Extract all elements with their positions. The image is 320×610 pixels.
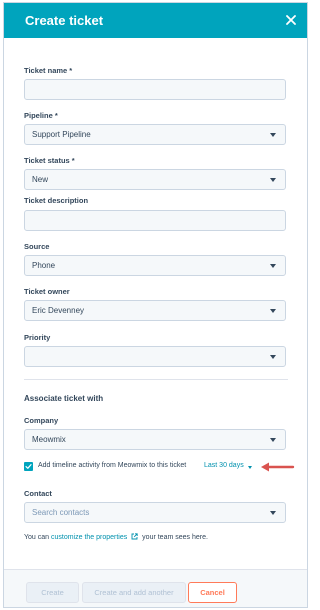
contact-placeholder: Search contacts xyxy=(32,508,90,517)
company-label: Company xyxy=(24,416,59,425)
ticket-name-label: Ticket name * xyxy=(24,66,73,75)
chevron-down-icon xyxy=(270,264,276,268)
check-icon xyxy=(25,464,32,469)
panel-title: Create ticket xyxy=(25,13,104,28)
ticket-owner-select[interactable]: Eric Devenney xyxy=(24,300,286,321)
pipeline-label: Pipeline * xyxy=(24,111,58,120)
chevron-down-icon xyxy=(270,355,276,359)
annotation-arrow-icon xyxy=(261,462,295,472)
customize-properties-helper: You can customize the properties your te… xyxy=(24,533,208,542)
create-and-add-another-button[interactable]: Create and add another xyxy=(82,582,186,603)
ticket-description-input[interactable] xyxy=(24,210,286,231)
source-label: Source xyxy=(24,242,50,251)
timeline-activity-label: Add timeline activity from Meowmix to th… xyxy=(38,462,187,469)
create-button[interactable]: Create xyxy=(26,582,79,603)
contact-label: Contact xyxy=(24,489,52,498)
chevron-down-icon[interactable] xyxy=(248,466,252,469)
chevron-down-icon xyxy=(270,511,276,515)
source-select[interactable]: Phone xyxy=(24,255,286,276)
create-ticket-panel: Create ticket Ticket name * Pipeline * S… xyxy=(3,2,308,608)
ticket-status-select[interactable]: New xyxy=(24,169,286,190)
chevron-down-icon xyxy=(270,178,276,182)
panel-header: Create ticket xyxy=(4,3,307,38)
section-divider xyxy=(24,379,288,380)
customize-properties-link[interactable]: customize the properties xyxy=(51,534,127,541)
helper-prefix: You can xyxy=(24,534,50,541)
company-select[interactable]: Meowmix xyxy=(24,429,286,450)
timeline-activity-checkbox[interactable] xyxy=(24,462,33,471)
company-value: Meowmix xyxy=(32,435,66,444)
chevron-down-icon xyxy=(270,438,276,442)
helper-suffix: your team sees here. xyxy=(142,534,208,541)
ticket-status-label: Ticket status * xyxy=(24,156,75,165)
timeline-activity-row: Add timeline activity from Meowmix to th… xyxy=(24,460,295,474)
ticket-name-input[interactable] xyxy=(24,79,286,100)
priority-label: Priority xyxy=(24,333,51,342)
pipeline-select[interactable]: Support Pipeline xyxy=(24,124,286,145)
priority-select[interactable] xyxy=(24,346,286,367)
ticket-description-label: Ticket description xyxy=(24,196,89,205)
associate-section-title: Associate ticket with xyxy=(24,394,104,403)
contact-search-select[interactable]: Search contacts xyxy=(24,502,286,523)
close-icon[interactable] xyxy=(281,10,301,30)
ticket-owner-value: Eric Devenney xyxy=(32,306,85,315)
cancel-button[interactable]: Cancel xyxy=(188,582,237,603)
ticket-status-value: New xyxy=(32,175,49,184)
ticket-owner-label: Ticket owner xyxy=(24,287,70,296)
external-link-icon[interactable] xyxy=(131,533,138,542)
panel-footer: Create Create and add another Cancel xyxy=(4,569,307,607)
pipeline-value: Support Pipeline xyxy=(32,130,91,139)
chevron-down-icon xyxy=(270,133,276,137)
source-value: Phone xyxy=(32,261,56,270)
timeline-range-dropdown[interactable]: Last 30 days xyxy=(204,462,244,469)
chevron-down-icon xyxy=(270,309,276,313)
